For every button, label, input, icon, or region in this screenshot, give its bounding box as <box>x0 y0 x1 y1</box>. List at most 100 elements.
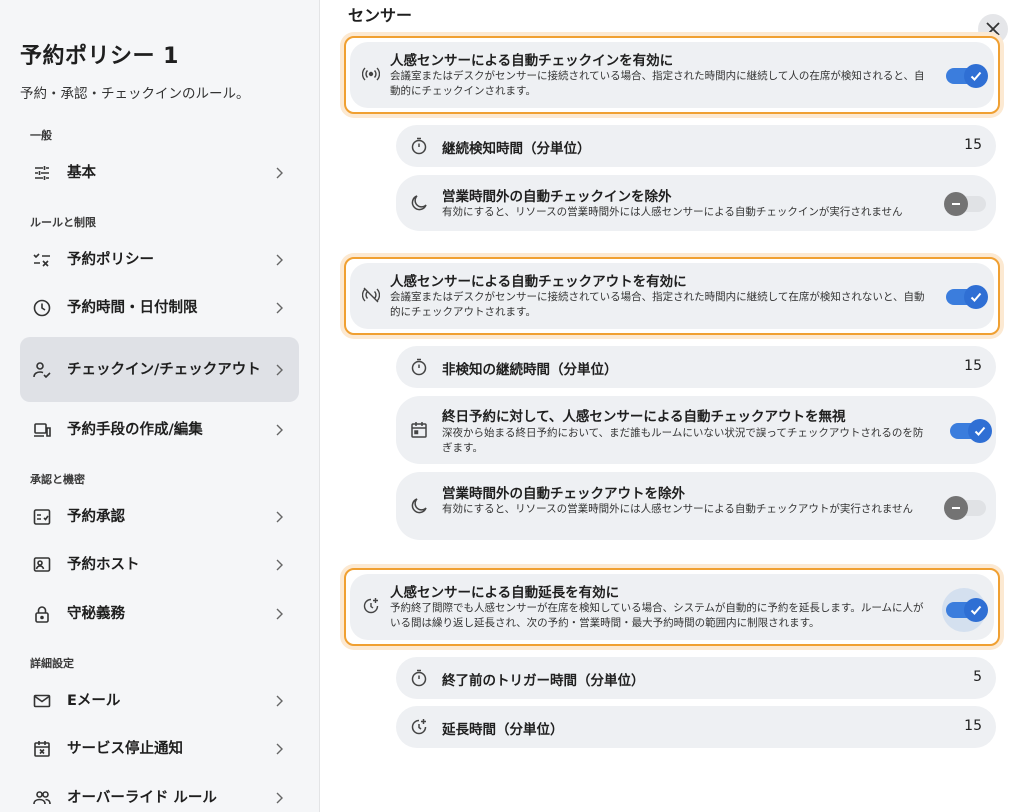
chevron-right-icon <box>276 424 283 436</box>
feature-title: 人感センサーによる自動チェックアウトを有効に <box>390 274 687 290</box>
host-icon <box>32 555 52 575</box>
chevron-right-icon <box>276 511 283 523</box>
allday-ignore-toggle[interactable] <box>950 419 992 443</box>
trigger-time-row[interactable]: 終了前のトリガー時間（分単位） 5 <box>396 657 996 699</box>
page-subtitle: 予約・承認・チェックインのルール。 <box>20 86 250 102</box>
section-label-approval: 承認と機密 <box>30 473 85 486</box>
checkout-duration-row[interactable]: 非検知の継続時間（分単位） 15 <box>396 346 996 388</box>
check-icon <box>974 426 986 436</box>
auto-checkout-card: 人感センサーによる自動チェックアウトを有効に 会議室またはデスクがセンサーに接続… <box>340 253 1004 339</box>
row-label: 終日予約に対して、人感センサーによる自動チェックアウトを無視 <box>442 409 846 425</box>
sidebar-item-label: 予約時間・日付制限 <box>67 300 198 316</box>
chevron-right-icon <box>276 364 283 375</box>
sidebar-item-time-limits[interactable]: 予約時間・日付制限 <box>20 284 299 332</box>
checkin-duration-row[interactable]: 継続検知時間（分単位） 15 <box>396 125 996 167</box>
feature-title: 人感センサーによる自動チェックインを有効に <box>390 53 674 69</box>
page-title: 予約ポリシー 1 <box>20 44 179 69</box>
sidebar-item-label: 予約手段の作成/編集 <box>67 422 203 438</box>
sidebar-item-email[interactable]: Eメール <box>20 677 299 725</box>
person-check-icon <box>32 360 52 380</box>
sensor-off-icon <box>362 287 380 303</box>
calendar-x-icon <box>32 739 52 759</box>
checkin-exclude-toggle[interactable] <box>944 192 986 216</box>
sidebar-item-outage-notice[interactable]: サービス停止通知 <box>20 725 299 773</box>
row-description: 深夜から始まる終日予約において、まだ誰もルームにいない状況で誤ってチェックアウト… <box>442 427 924 454</box>
sidebar: 予約ポリシー 1 予約・承認・チェックインのルール。 一般 基本 ルールと制限 … <box>0 0 320 812</box>
section-title: センサー <box>348 6 413 25</box>
row-description: 有効にすると、リソースの営業時間外には人感センサーによる自動チェックアウトが実行… <box>442 503 914 515</box>
section-label-advanced: 詳細設定 <box>30 657 74 670</box>
sidebar-item-label: 予約ポリシー <box>67 252 154 268</box>
sidebar-item-label: サービス停止通知 <box>67 741 183 757</box>
checklist-icon <box>32 250 52 270</box>
approval-icon <box>32 507 52 527</box>
checkin-duration-value[interactable]: 15 <box>964 137 982 153</box>
sidebar-item-label: Eメール <box>67 693 121 709</box>
feature-description: 会議室またはデスクがセンサーに接続されている場合、指定された時間内に継続して人の… <box>390 70 925 97</box>
sidebar-item-approval[interactable]: 予約承認 <box>20 493 299 541</box>
devices-icon <box>32 420 52 440</box>
checkout-duration-value[interactable]: 15 <box>964 358 982 374</box>
auto-checkin-card: 人感センサーによる自動チェックインを有効に 会議室またはデスクがセンサーに接続さ… <box>340 32 1004 118</box>
sidebar-item-label: 基本 <box>67 165 96 181</box>
sidebar-item-label: 守秘義務 <box>67 606 125 622</box>
feature-description: 予約終了間際でも人感センサーが在席を検知している場合、システムが自動的に予約を延… <box>390 602 924 629</box>
chevron-right-icon <box>276 695 283 707</box>
auto-extend-toggle[interactable] <box>946 598 988 622</box>
allday-ignore-row: 終日予約に対して、人感センサーによる自動チェックアウトを無視 深夜から始まる終日… <box>396 396 996 464</box>
sidebar-item-booking-policy[interactable]: 予約ポリシー <box>20 236 299 284</box>
chevron-right-icon <box>276 559 283 571</box>
check-icon <box>970 605 982 615</box>
row-label: 継続検知時間（分単位） <box>442 141 591 157</box>
chevron-right-icon <box>276 254 283 266</box>
sidebar-item-booking-methods[interactable]: 予約手段の作成/編集 <box>20 406 299 454</box>
section-label-rules: ルールと制限 <box>30 216 96 229</box>
feature-description: 会議室またはデスクがセンサーに接続されている場合、指定された時間内に継続して在席… <box>390 291 925 318</box>
row-description: 有効にすると、リソースの営業時間外には人感センサーによる自動チェックインが実行さ… <box>442 206 903 218</box>
auto-extend-card: 人感センサーによる自動延長を有効に 予約終了間際でも人感センサーが在席を検知して… <box>340 564 1004 650</box>
feature-title: 人感センサーによる自動延長を有効に <box>390 585 620 601</box>
sidebar-item-label: 予約承認 <box>67 509 125 525</box>
timer-icon <box>411 358 427 376</box>
check-icon <box>970 292 982 302</box>
row-label: 非検知の継続時間（分単位） <box>442 362 618 378</box>
extend-time-row[interactable]: 延長時間（分単位） 15 <box>396 706 996 748</box>
settings-panel: センサー 人感センサーによる自動チェックインを有効に 会議室またはデスクがセンサ… <box>320 0 1024 812</box>
chevron-right-icon <box>276 608 283 620</box>
sidebar-item-label: 予約ホスト <box>67 557 140 573</box>
sliders-icon <box>32 163 52 183</box>
row-label: 終了前のトリガー時間（分単位） <box>442 673 645 689</box>
sidebar-item-host[interactable]: 予約ホスト <box>20 541 299 589</box>
moon-icon <box>411 498 427 514</box>
row-label: 営業時間外の自動チェックインを除外 <box>442 189 672 205</box>
moon-icon <box>411 195 427 211</box>
row-label: 延長時間（分単位） <box>442 722 564 738</box>
lock-icon <box>32 604 52 624</box>
checkout-exclude-toggle[interactable] <box>944 496 986 520</box>
sidebar-item-label: オーバーライド ルール <box>67 790 217 806</box>
chevron-right-icon <box>276 167 283 179</box>
sensor-icon <box>362 67 380 81</box>
sidebar-item-checkin-checkout[interactable]: チェックイン/チェックアウト <box>20 337 299 402</box>
auto-checkin-toggle[interactable] <box>946 64 988 88</box>
sidebar-item-basic[interactable]: 基本 <box>20 149 299 197</box>
trigger-time-value[interactable]: 5 <box>973 669 982 685</box>
chevron-right-icon <box>276 792 283 804</box>
timer-icon <box>411 137 427 155</box>
auto-checkout-toggle[interactable] <box>946 285 988 309</box>
sidebar-item-label: チェックイン/チェックアウト <box>67 361 261 378</box>
check-icon <box>970 71 982 81</box>
mail-icon <box>32 691 52 711</box>
checkout-exclude-row: 営業時間外の自動チェックアウトを除外 有効にすると、リソースの営業時間外には人感… <box>396 472 996 540</box>
calendar-icon <box>411 422 427 438</box>
minus-icon <box>952 507 960 509</box>
section-label-general: 一般 <box>30 129 52 142</box>
extend-time-value[interactable]: 15 <box>964 718 982 734</box>
sidebar-item-override-rules[interactable]: オーバーライド ルール <box>20 774 299 812</box>
extend-icon <box>363 598 379 614</box>
people-icon <box>32 788 52 808</box>
minus-icon <box>952 203 960 205</box>
sidebar-item-confidentiality[interactable]: 守秘義務 <box>20 590 299 638</box>
chevron-right-icon <box>276 743 283 755</box>
row-label: 営業時間外の自動チェックアウトを除外 <box>442 486 685 502</box>
